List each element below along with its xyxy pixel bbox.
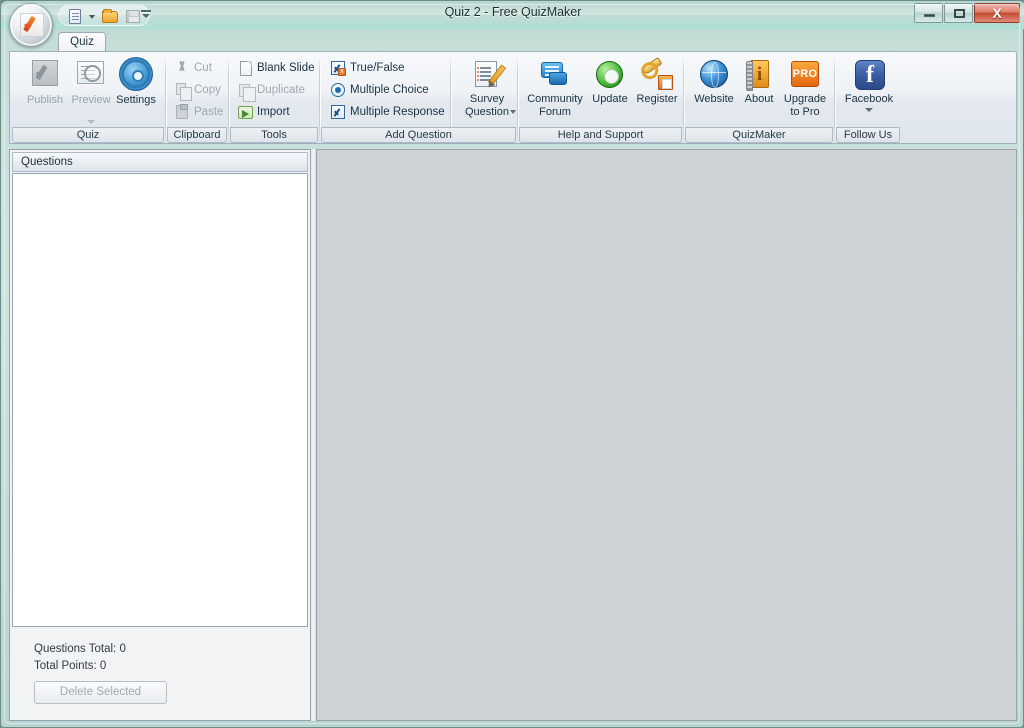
application-window: Quiz 2 - Free QuizMaker X Quiz Publish P… (0, 0, 1024, 728)
copy-label: Copy (194, 84, 221, 96)
publish-button[interactable]: Publish (19, 54, 71, 128)
questions-list[interactable] (12, 173, 308, 627)
chevron-down-icon (510, 110, 516, 114)
questions-total-label: Questions Total: 0 (34, 643, 126, 655)
maximize-button[interactable] (944, 3, 973, 23)
paste-label: Paste (194, 106, 224, 118)
community-forum-label-line1: Community (527, 93, 583, 105)
maximize-icon (954, 9, 965, 18)
chevron-down-icon (865, 108, 873, 112)
group-label-quizmaker: QuizMaker (685, 127, 833, 143)
questions-panel-footer: Questions Total: 0 Total Points: 0 Delet… (12, 629, 308, 718)
about-button[interactable]: About (737, 54, 781, 128)
radio-button-icon (330, 82, 346, 98)
minimize-icon (924, 14, 935, 17)
preview-magnifier-icon (75, 59, 107, 91)
open-quiz-button[interactable] (99, 7, 120, 25)
cut-label: Cut (194, 62, 212, 74)
true-false-button[interactable]: x True/False (328, 57, 405, 79)
key-icon (641, 56, 673, 91)
import-label: Import (257, 106, 290, 118)
survey-pencil-icon (471, 59, 507, 91)
facebook-icon: f (853, 59, 885, 91)
settings-gear-icon (120, 59, 152, 91)
facebook-button[interactable]: f Facebook (843, 54, 895, 128)
website-button[interactable]: Website (690, 54, 738, 128)
tab-main[interactable]: Quiz (58, 32, 106, 51)
update-button[interactable]: Update (586, 54, 634, 128)
customize-quick-access-button[interactable] (139, 7, 153, 23)
ribbon-group-labels: Quiz Clipboard Tools Add Question Help a… (9, 127, 1017, 144)
minimize-button[interactable] (914, 3, 943, 23)
group-label-clipboard: Clipboard (167, 127, 227, 143)
group-label-add-question: Add Question (321, 127, 516, 143)
clipboard-icon (174, 104, 190, 120)
community-forum-label-line2: Forum (539, 106, 571, 118)
survey-question-label-line2: Question (464, 106, 510, 118)
questions-panel-header: Questions (12, 152, 308, 172)
group-label-quiz: Quiz (12, 127, 164, 143)
blank-page-icon (237, 60, 253, 76)
questions-panel: Questions Questions Total: 0 Total Point… (9, 149, 311, 721)
website-label: Website (694, 93, 734, 105)
close-icon: X (992, 5, 1002, 21)
settings-label: Settings (116, 94, 156, 106)
about-label: About (744, 93, 774, 105)
refresh-circle-icon (594, 59, 626, 91)
survey-question-button[interactable]: Survey Question (458, 54, 516, 128)
save-disk-icon (126, 9, 140, 23)
upgrade-to-pro-button[interactable]: PRO Upgrade to Pro (779, 54, 831, 128)
new-document-icon (69, 8, 81, 24)
total-points-label: Total Points: 0 (34, 660, 107, 672)
community-forum-button[interactable]: Community Forum (524, 54, 586, 128)
new-quiz-button[interactable] (65, 7, 86, 25)
slide-canvas-area[interactable] (316, 149, 1017, 721)
info-book-icon (743, 59, 775, 91)
survey-question-label-line1: Survey (469, 93, 505, 105)
pro-badge-icon: PRO (789, 59, 821, 91)
true-false-label: True/False (350, 62, 405, 74)
quick-access-toolbar (58, 5, 150, 26)
blank-slide-button[interactable]: Blank Slide (235, 57, 315, 79)
scissors-icon (174, 60, 190, 76)
facebook-label: Facebook (844, 93, 894, 105)
copy-pages-icon (174, 82, 192, 101)
group-label-help-support: Help and Support (519, 127, 682, 143)
checkbox-icon (330, 104, 346, 120)
delete-selected-button[interactable]: Delete Selected (34, 681, 167, 704)
update-label: Update (592, 93, 628, 105)
globe-icon (698, 59, 730, 91)
multiple-response-button[interactable]: Multiple Response (328, 101, 445, 123)
paste-button[interactable]: Paste (172, 101, 223, 123)
publish-checkmark-icon (29, 59, 61, 91)
duplicate-pages-icon (237, 82, 256, 102)
blank-slide-label: Blank Slide (257, 62, 315, 74)
ribbon-tab-strip: Quiz (1, 29, 1024, 51)
import-button[interactable]: Import (235, 101, 290, 123)
window-title: Quiz 2 - Free QuizMaker (444, 5, 582, 19)
window-controls: X (914, 3, 1020, 23)
checkbox-truefalse-icon: x (330, 60, 346, 76)
close-button[interactable]: X (974, 3, 1020, 23)
multiple-choice-label: Multiple Choice (350, 84, 429, 96)
upgrade-label-line1: Upgrade (783, 93, 827, 105)
open-folder-icon (102, 8, 118, 23)
copy-button[interactable]: Copy (172, 79, 221, 101)
title-bar: Quiz 2 - Free QuizMaker X (1, 1, 1024, 29)
multiple-response-label: Multiple Response (350, 106, 445, 118)
upgrade-label-line2: to Pro (790, 106, 820, 118)
group-label-tools: Tools (230, 127, 318, 143)
speech-bubbles-icon (539, 59, 571, 91)
import-arrow-icon (237, 104, 253, 120)
settings-button[interactable]: Settings (110, 54, 162, 128)
register-button[interactable]: Register (632, 54, 682, 128)
register-label: Register (636, 93, 678, 105)
new-dropdown-button[interactable] (88, 7, 97, 25)
duplicate-button[interactable]: Duplicate (235, 79, 305, 102)
group-label-follow-us: Follow Us (836, 127, 900, 143)
duplicate-label: Duplicate (257, 84, 305, 96)
cut-button[interactable]: Cut (172, 57, 212, 79)
chevron-down-icon (87, 120, 95, 124)
multiple-choice-button[interactable]: Multiple Choice (328, 79, 429, 101)
